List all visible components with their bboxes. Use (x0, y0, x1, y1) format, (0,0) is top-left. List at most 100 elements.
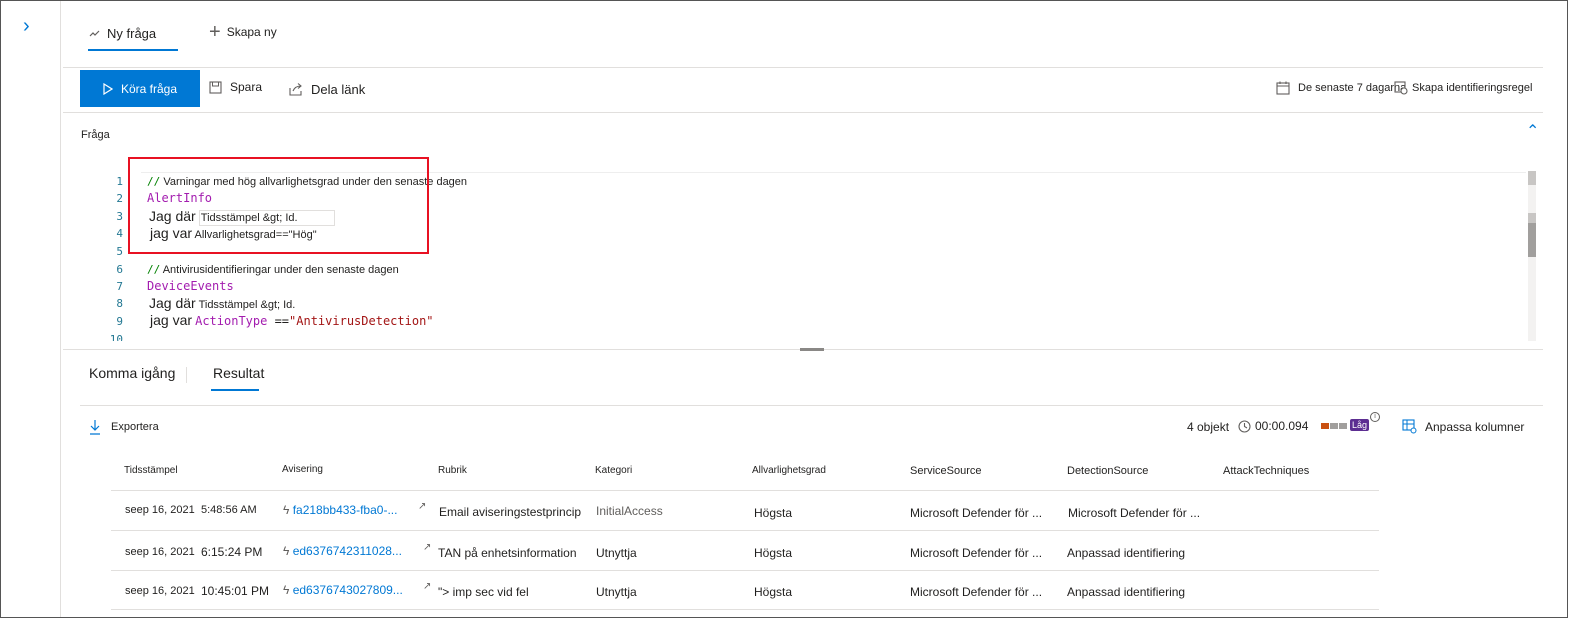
row-divider (111, 490, 1379, 491)
divider (63, 112, 1543, 113)
cell-title: TAN på enhetsinformation (438, 546, 577, 560)
cell-servicesource: Microsoft Defender för ... (910, 546, 1043, 560)
cell-time: 5:48:56 AM (201, 504, 257, 516)
code-text: Tidsstämpel &gt; Id. (198, 299, 296, 311)
column-header-severity[interactable]: Allvarlighetsgrad (752, 465, 826, 476)
line-number: 1 (116, 175, 123, 188)
time-range-picker[interactable]: De senaste 7 dagarna (1276, 81, 1406, 95)
line-number: 7 (116, 280, 123, 293)
code-line-9[interactable]: jag var ActionType =="AntivirusDetection… (150, 312, 434, 328)
row-divider (111, 530, 1379, 531)
column-header-timestamp[interactable]: Tidsstämpel (124, 465, 178, 476)
save-label: Spara (230, 80, 263, 94)
tab-create-new[interactable]: + Skapa ny (209, 21, 277, 43)
advanced-hunting-window: › Ny fråga + Skapa ny Köra fråga Spara D… (0, 0, 1568, 618)
cell-severity: Högsta (754, 585, 793, 599)
comment-text: Antivirusidentifieringar under den senas… (162, 264, 399, 276)
run-query-button[interactable]: Köra fråga (80, 70, 200, 107)
line-number: 2 (116, 192, 123, 205)
collapse-chevron-icon[interactable]: ⌃ (1526, 121, 1539, 141)
cell-date: seep 16, 2021 (125, 504, 195, 516)
save-button[interactable]: Spara (209, 80, 262, 94)
query-section-title: Fråga (81, 129, 110, 141)
cell-category: Utnyttja (596, 546, 637, 560)
export-label: Exportera (111, 421, 159, 433)
time-range-label: De senaste 7 dagarna (1298, 82, 1407, 94)
cell-detectionsource: Anpassad identifiering (1067, 585, 1186, 599)
column-header-category[interactable]: Kategori (595, 465, 632, 476)
alert-id-link[interactable]: ed6376743027809... (293, 583, 403, 597)
column-header-servicesource[interactable]: ServiceSource (910, 465, 982, 477)
code-prefix: Jag där (149, 295, 196, 311)
code-line-6[interactable]: // Antivirusidentifieringar under den se… (147, 263, 399, 276)
tab-new-query-label: Ny fråga (107, 26, 157, 41)
cell-severity: Högsta (754, 546, 793, 560)
active-tab-indicator (211, 389, 259, 391)
tab-get-started[interactable]: Komma igång (89, 365, 175, 381)
scrollbar-thumb[interactable] (1528, 223, 1536, 257)
open-link-icon[interactable]: ↗ (423, 542, 431, 553)
cell-alert[interactable]: ϟ ed6376742311028... (283, 544, 402, 558)
alert-id-link[interactable]: ed6376742311028... (293, 544, 402, 558)
row-divider (111, 609, 1379, 610)
save-icon (209, 80, 222, 94)
splitter-handle[interactable] (800, 348, 824, 351)
query-icon (89, 30, 100, 36)
info-icon[interactable]: i (1370, 412, 1380, 422)
expand-chevron-icon[interactable]: › (23, 15, 30, 38)
clock-icon (1238, 419, 1251, 433)
divider (80, 405, 1543, 406)
export-button[interactable]: Exportera (89, 419, 159, 435)
alert-id-link[interactable]: fa218bb433-fba0-... (293, 503, 398, 517)
tab-new-query[interactable]: Ny fråga (89, 26, 156, 41)
cell-servicesource: Microsoft Defender för ... (910, 585, 1043, 599)
rule-icon (1394, 81, 1408, 95)
code-line-8[interactable]: Jag där Tidsstämpel &gt; Id. (149, 295, 295, 311)
share-link-label: Dela länk (311, 82, 366, 97)
cell-category: InitialAccess (596, 504, 663, 518)
line-number: 8 (116, 297, 123, 310)
run-query-label: Köra fråga (120, 81, 178, 96)
usage-level-badge: Låg (1350, 419, 1370, 431)
columns-icon (1402, 419, 1417, 434)
duration-value: 00:00.094 (1255, 419, 1309, 433)
cell-date: seep 16, 2021 (125, 585, 195, 597)
result-count: 4 objekt (1187, 420, 1230, 434)
open-link-icon[interactable]: ↗ (423, 581, 431, 592)
share-link-button[interactable]: Dela länk (289, 82, 365, 97)
create-detection-rule-label: Skapa identifieringsregel (1412, 82, 1533, 94)
cell-servicesource: Microsoft Defender för ... (910, 506, 1043, 520)
calendar-icon (1276, 81, 1290, 95)
plus-icon: + (209, 21, 221, 43)
comment-slashes: // (147, 263, 161, 276)
code-string: "AntivirusDetection" (289, 314, 434, 328)
share-icon (289, 83, 302, 96)
line-number: 10 (109, 333, 123, 341)
code-prefix: jag var (150, 312, 193, 328)
cell-alert[interactable]: ϟ fa218bb433-fba0-... (283, 503, 397, 517)
open-link-icon[interactable]: ↗ (418, 501, 426, 512)
row-divider (111, 570, 1379, 571)
tab-separator (186, 367, 187, 383)
scrollbar-mark (1528, 171, 1536, 185)
code-line-7[interactable]: DeviceEvents (147, 279, 234, 293)
line-number: 9 (116, 315, 123, 328)
code-field: ActionType (195, 314, 268, 328)
play-icon (103, 82, 113, 95)
column-header-attacktechniques[interactable]: AttackTechniques (1223, 465, 1309, 477)
column-header-alert[interactable]: Avisering (282, 464, 323, 475)
highlight-box (128, 157, 429, 254)
customize-columns-button[interactable]: Anpassa kolumner (1402, 419, 1524, 434)
column-header-detectionsource[interactable]: DetectionSource (1067, 465, 1148, 477)
line-number: 4 (116, 227, 123, 240)
cell-alert[interactable]: ϟ ed6376743027809... (283, 583, 403, 597)
cell-severity: Högsta (754, 506, 793, 520)
editor-scrollbar[interactable] (1528, 171, 1536, 341)
column-header-title[interactable]: Rubrik (438, 465, 467, 476)
create-detection-rule-button[interactable]: Skapa identifieringsregel (1394, 81, 1532, 95)
cell-time: 10:45:01 PM (201, 584, 270, 598)
bolt-icon: ϟ (283, 583, 290, 597)
line-number: 6 (116, 263, 123, 276)
cell-time: 6:15:24 PM (201, 545, 263, 559)
tab-results[interactable]: Resultat (213, 365, 264, 381)
